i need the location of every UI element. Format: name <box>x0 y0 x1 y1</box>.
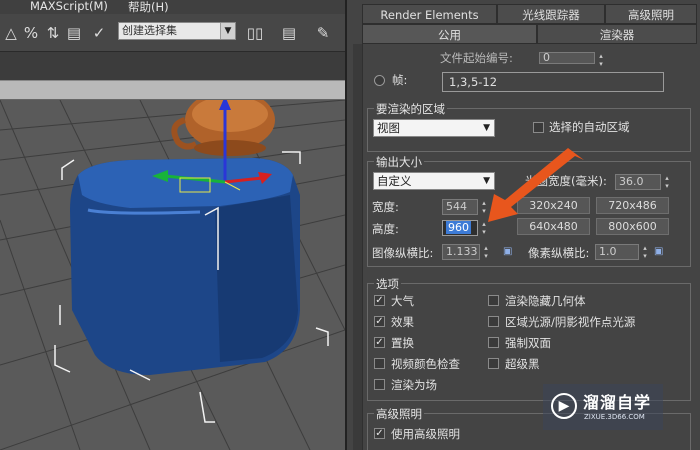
super-black-label: 超级黑 <box>505 357 540 371</box>
selection-set-value: 创建选择集 <box>122 24 177 37</box>
force-2-sided-label: 强制双面 <box>505 336 551 350</box>
edit-named-selection-icon[interactable]: ▤ <box>63 22 85 44</box>
use-advanced-lighting-label: 使用高级照明 <box>391 427 460 441</box>
viewport-scene <box>0 100 345 450</box>
watermark-main-text: 溜溜自学 <box>583 393 652 412</box>
spinner-snap-icon[interactable]: ⇅ <box>42 22 64 44</box>
render-to-fields-label: 渲染为场 <box>391 378 437 392</box>
output-size-title: 输出大小 <box>374 154 424 170</box>
use-advanced-lighting-checkbox[interactable]: ✓ <box>374 428 385 439</box>
atmospherics-label: 大气 <box>391 294 414 308</box>
preset-800x600-button[interactable]: 800x600 <box>596 218 669 235</box>
pixel-aspect-label: 像素纵横比: <box>528 246 590 260</box>
width-spinner[interactable]: 544 ▴ ▾ <box>442 199 486 215</box>
preset-640x480-button[interactable]: 640x480 <box>517 218 590 235</box>
image-aspect-label: 图像纵横比: <box>372 246 434 260</box>
frames-label: 帧: <box>392 73 408 87</box>
lock-aspect-icon[interactable]: ▣ <box>503 246 513 258</box>
preset-720x486-button[interactable]: 720x486 <box>596 197 669 214</box>
layer-manager-icon[interactable]: ✎ <box>312 22 334 44</box>
percent-snap-icon[interactable]: % <box>20 22 42 44</box>
effects-checkbox[interactable]: ✓ <box>374 316 385 327</box>
named-selection-set-dropdown[interactable]: 创建选择集 ▼ <box>118 22 236 40</box>
video-color-check-label: 视频颜色检查 <box>391 357 460 371</box>
chevron-down-icon: ▼ <box>220 23 235 39</box>
render-setup-panel: Render Elements 光线跟踪器 高级照明 公用 渲染器 文件起始编号… <box>345 0 700 450</box>
rollout-scrollbar[interactable] <box>353 44 363 450</box>
spinner-arrows-icon[interactable]: ▴ ▾ <box>640 244 650 260</box>
perspective-viewport[interactable] <box>0 100 345 450</box>
auto-region-checkbox[interactable] <box>533 122 544 133</box>
advanced-lighting-title: 高级照明 <box>374 406 424 422</box>
align-icon[interactable]: ▤ <box>278 22 300 44</box>
preset-320x240-button[interactable]: 320x240 <box>517 197 590 214</box>
lock-pixel-aspect-icon[interactable]: ▣ <box>654 246 664 258</box>
spinner-arrows-icon[interactable]: ▴ ▾ <box>479 199 489 215</box>
menu-bar: MAXScript(M) 帮助(H) <box>0 0 345 14</box>
area-lights-as-points-label: 区域光源/阴影视作点光源 <box>505 315 636 329</box>
frames-input[interactable]: 1,3,5-12 <box>442 72 664 92</box>
watermark-sub-text: ZIXUE.3D66.COM <box>584 413 645 421</box>
image-aspect-spinner[interactable]: 1.133 ▴ ▾ <box>442 244 488 260</box>
aperture-width-value: 36.0 <box>619 175 644 188</box>
file-number-base-label: 文件起始编号: <box>440 51 513 65</box>
area-to-render-dropdown[interactable]: 视图 ▼ <box>373 119 495 137</box>
tab-raytracer[interactable]: 光线跟踪器 <box>497 4 605 24</box>
width-value: 544 <box>446 200 467 213</box>
file-number-base-spinner[interactable]: 0 ▴ ▾ <box>539 51 603 68</box>
output-size-preset-value: 自定义 <box>377 174 412 188</box>
app-window: MAXScript(M) 帮助(H) △ % ⇅ ▤ ✓ 创建选择集 ▼ ▯▯ … <box>0 0 700 450</box>
menu-item-maxscript[interactable]: MAXScript(M) <box>30 0 108 13</box>
tab-common[interactable]: 公用 <box>362 24 537 44</box>
area-to-render-title: 要渲染的区域 <box>374 101 447 117</box>
image-aspect-value: 1.133 <box>446 245 478 258</box>
viewport-toolbar <box>0 52 345 80</box>
watermark-logo-icon: ▶ <box>551 393 577 419</box>
displacement-checkbox[interactable]: ✓ <box>374 337 385 348</box>
spinner-arrows-icon[interactable]: ▴ ▾ <box>481 244 491 260</box>
watermark: ▶ 溜溜自学 ZIXUE.3D66.COM <box>543 384 663 430</box>
spinner-arrows-icon[interactable]: ▴ ▾ <box>662 174 672 190</box>
height-label: 高度: <box>372 222 399 236</box>
video-color-check-checkbox[interactable] <box>374 358 385 369</box>
render-hidden-geometry-checkbox[interactable] <box>488 295 499 306</box>
pixel-aspect-value: 1.0 <box>599 245 617 258</box>
mirror-icon[interactable]: ▯▯ <box>244 22 266 44</box>
output-size-preset-dropdown[interactable]: 自定义 ▼ <box>373 172 495 190</box>
displacement-label: 置换 <box>391 336 414 350</box>
area-lights-as-points-checkbox[interactable] <box>488 316 499 327</box>
menu-item-help[interactable]: 帮助(H) <box>128 0 169 15</box>
area-to-render-value: 视图 <box>377 121 400 135</box>
tab-advanced-lighting[interactable]: 高级照明 <box>605 4 697 24</box>
auto-region-label: 选择的自动区域 <box>549 120 630 134</box>
tab-renderer[interactable]: 渲染器 <box>537 24 697 44</box>
super-black-checkbox[interactable] <box>488 358 499 369</box>
spinner-arrows-icon[interactable]: ▴ ▾ <box>596 52 606 68</box>
spinner-arrows-icon[interactable]: ▴ ▾ <box>479 220 489 236</box>
tab-row-bottom: 公用 渲染器 <box>347 24 700 44</box>
viewport-label-strip <box>0 80 345 100</box>
height-value: 960 <box>446 221 471 234</box>
workspace: MAXScript(M) 帮助(H) △ % ⇅ ▤ ✓ 创建选择集 ▼ ▯▯ … <box>0 0 345 450</box>
main-toolbar: △ % ⇅ ▤ ✓ 创建选择集 ▼ ▯▯ ▤ ✎ <box>0 14 345 52</box>
tab-render-elements[interactable]: Render Elements <box>362 4 497 24</box>
chevron-down-icon: ▼ <box>483 176 490 186</box>
height-spinner[interactable]: 960 ▴ ▾ <box>442 220 486 236</box>
aperture-width-spinner[interactable]: 36.0 ▴ ▾ <box>615 174 669 190</box>
force-2-sided-checkbox[interactable] <box>488 337 499 348</box>
frames-radio[interactable] <box>374 75 385 86</box>
width-label: 宽度: <box>372 200 399 214</box>
snap-angle-icon[interactable]: △ <box>0 22 22 44</box>
aperture-width-label: 光圈宽度(毫米): <box>525 174 607 188</box>
options-title: 选项 <box>374 276 401 292</box>
tab-row-top: Render Elements 光线跟踪器 高级照明 <box>347 4 700 24</box>
named-selection-abc-icon[interactable]: ✓ <box>88 22 110 44</box>
chevron-down-icon: ▼ <box>483 123 490 133</box>
effects-label: 效果 <box>391 315 414 329</box>
render-hidden-geometry-label: 渲染隐藏几何体 <box>505 294 586 308</box>
pixel-aspect-spinner[interactable]: 1.0 ▴ ▾ <box>595 244 647 260</box>
atmospherics-checkbox[interactable]: ✓ <box>374 295 385 306</box>
render-to-fields-checkbox[interactable] <box>374 379 385 390</box>
file-number-base-value: 0 <box>543 51 550 64</box>
